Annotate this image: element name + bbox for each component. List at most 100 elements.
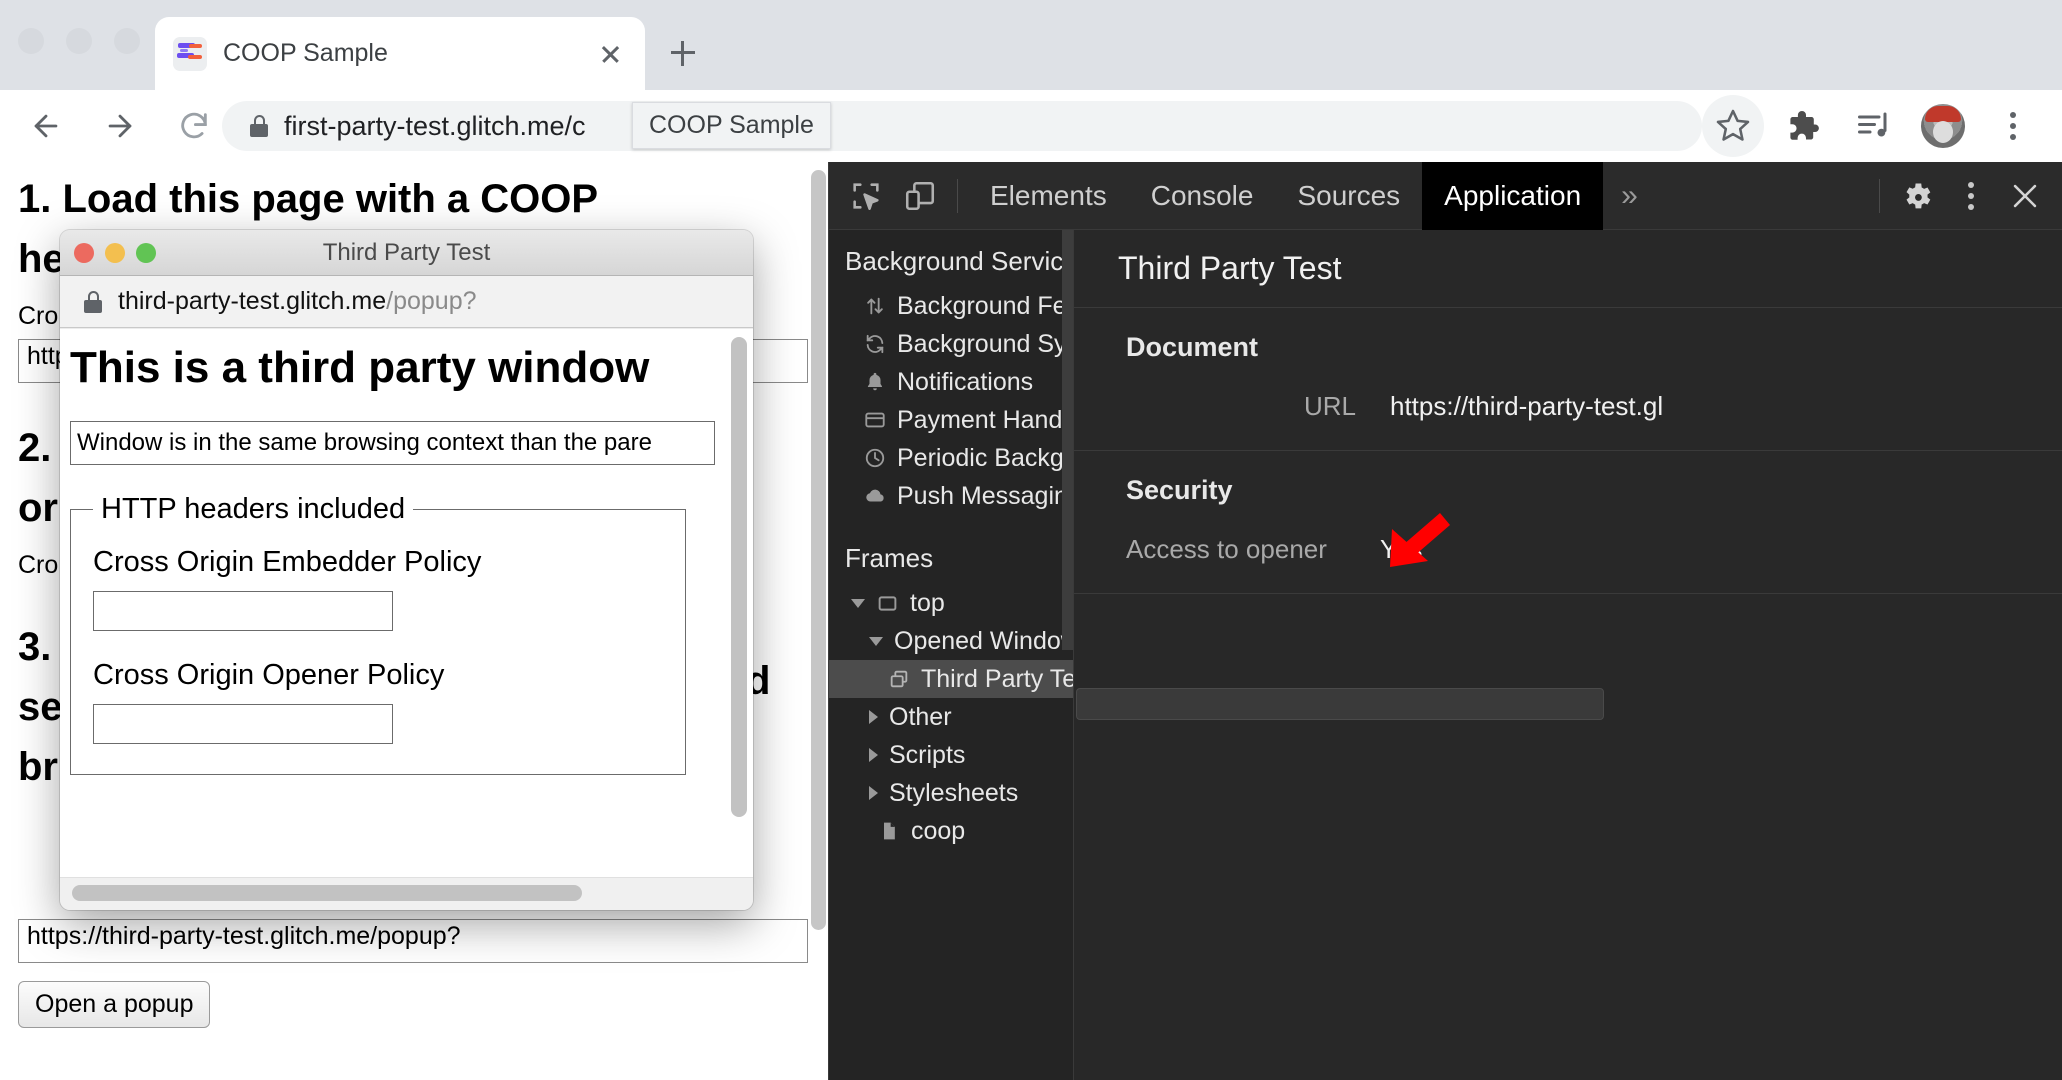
sidebar-item-coop[interactable]: coop xyxy=(829,812,1073,850)
security-group: Security Access to opener Yes xyxy=(1074,451,2062,594)
devtools-menu-icon[interactable] xyxy=(1944,169,1998,223)
page-scrollbar-thumb[interactable] xyxy=(811,170,826,930)
browser-tab-coop-sample[interactable]: COOP Sample xyxy=(155,17,645,90)
address-bar-url: first-party-test.glitch.me/c xyxy=(284,110,586,141)
chevron-right-icon[interactable] xyxy=(869,786,878,800)
background-services-title: Background Services xyxy=(845,246,1074,276)
devtools-body: Background Services Background Fetch Bac… xyxy=(829,230,2062,1080)
third-party-popup-window[interactable]: Third Party Test third-party-test.glitch… xyxy=(60,230,753,910)
sidebar-item-label: Background Sync xyxy=(897,329,1074,358)
glitch-fish-favicon xyxy=(173,36,207,71)
chevron-right-icon[interactable] xyxy=(869,710,878,724)
coep-input[interactable] xyxy=(93,591,393,631)
back-button[interactable] xyxy=(18,98,74,154)
popup-close-button[interactable] xyxy=(74,242,94,263)
frames-title: Frames xyxy=(845,543,934,573)
media-control-icon[interactable] xyxy=(1842,95,1904,157)
sidebar-scrollbar[interactable] xyxy=(1062,230,1073,650)
star-icon[interactable] xyxy=(1702,95,1764,157)
chevron-right-icon[interactable] xyxy=(869,748,878,762)
sidebar-item-label: coop xyxy=(911,816,966,845)
sidebar-item-payment-handler[interactable]: Payment Handler xyxy=(829,401,1073,439)
frame-details-header: Third Party Test xyxy=(1074,230,2062,308)
sidebar-item-scripts[interactable]: Scripts xyxy=(829,736,1073,774)
popup-heading: This is a third party window xyxy=(70,343,650,392)
minimize-window-button[interactable] xyxy=(66,28,92,54)
popup-maximize-button[interactable] xyxy=(136,242,156,263)
new-tab-button[interactable] xyxy=(660,30,706,76)
sidebar-item-background-fetch[interactable]: Background Fetch xyxy=(829,287,1073,325)
sidebar-item-label: top xyxy=(910,588,945,617)
clock-icon xyxy=(863,447,886,470)
window-traffic-lights[interactable] xyxy=(18,28,140,54)
sidebar-item-periodic-background-sync[interactable]: Periodic Background Sync xyxy=(829,439,1073,477)
sidebar-item-label: Third Party Test xyxy=(921,664,1074,693)
extensions-puzzle-icon[interactable] xyxy=(1772,95,1834,157)
device-toolbar-icon[interactable] xyxy=(893,169,947,223)
avatar-icon[interactable] xyxy=(1912,95,1974,157)
popup-url-input[interactable]: https://third-party-test.glitch.me/popup… xyxy=(18,919,808,963)
chevron-down-icon[interactable] xyxy=(869,636,883,646)
chevron-down-icon[interactable] xyxy=(851,598,865,608)
popup-traffic-lights[interactable] xyxy=(74,242,156,263)
document-group: Document URL https://third-party-test.gl xyxy=(1074,308,2062,451)
coep-label: Cross Origin Embedder Policy xyxy=(93,546,482,578)
toolbar-divider-2 xyxy=(1879,178,1880,213)
inspect-element-icon[interactable] xyxy=(839,169,893,223)
bell-icon xyxy=(863,371,886,394)
sidebar-item-top-frame[interactable]: top xyxy=(829,584,1073,622)
popup-address-bar[interactable]: third-party-test.glitch.me/popup? xyxy=(60,276,753,328)
gear-icon[interactable] xyxy=(1890,169,1944,223)
popup-document: This is a third party window Window is i… xyxy=(70,343,715,775)
document-icon xyxy=(877,820,900,843)
main-hscrollbar-thumb[interactable] xyxy=(1076,688,1604,720)
close-window-button[interactable] xyxy=(18,28,44,54)
sidebar-item-stylesheets[interactable]: Stylesheets xyxy=(829,774,1073,812)
popup-hscrollbar-thumb[interactable] xyxy=(72,885,582,901)
tab-application[interactable]: Application xyxy=(1422,161,1604,230)
sidebar-item-notifications[interactable]: Notifications xyxy=(829,363,1073,401)
sidebar-item-third-party-test[interactable]: Third Party Test xyxy=(829,660,1073,698)
popup-scrollbar-thumb[interactable] xyxy=(731,337,747,817)
chrome-menu-icon[interactable] xyxy=(1982,95,2044,157)
open-popup-button[interactable]: Open a popup xyxy=(18,981,211,1028)
reload-button[interactable] xyxy=(166,98,222,154)
sidebar-item-background-sync[interactable]: Background Sync xyxy=(829,325,1073,363)
popup-vertical-scrollbar[interactable] xyxy=(731,337,747,867)
more-tabs-icon[interactable]: » xyxy=(1603,179,1656,213)
sidebar-item-push-messaging[interactable]: Push Messaging xyxy=(829,477,1073,515)
frame-icon xyxy=(876,592,899,615)
close-icon[interactable] xyxy=(593,37,627,71)
tab-elements[interactable]: Elements xyxy=(968,162,1129,230)
devtools-sidebar: Background Services Background Fetch Bac… xyxy=(829,230,1074,1080)
popup-minimize-button[interactable] xyxy=(105,242,125,263)
fetch-arrows-icon xyxy=(863,295,886,318)
main-horizontal-scrollbar[interactable] xyxy=(1074,686,2062,722)
devtools-main-panel: Third Party Test Document URL https://th… xyxy=(1074,230,2062,1080)
coop-input[interactable] xyxy=(93,704,393,744)
popup-horizontal-scrollbar[interactable] xyxy=(60,877,753,910)
page-heading-1: 1. Load this page with a COOP xyxy=(18,177,599,221)
fieldset-legend: HTTP headers included xyxy=(101,493,406,525)
popup-titlebar: Third Party Test xyxy=(60,230,753,276)
sidebar-item-other[interactable]: Other xyxy=(829,698,1073,736)
security-group-title: Security xyxy=(1126,475,1233,505)
forward-button[interactable] xyxy=(92,98,148,154)
sidebar-item-opened-windows[interactable]: Opened Windows xyxy=(829,622,1073,660)
page-vertical-scrollbar[interactable] xyxy=(811,170,826,1050)
maximize-window-button[interactable] xyxy=(114,28,140,54)
cloud-icon xyxy=(863,485,886,508)
sidebar-item-label: Payment Handler xyxy=(897,405,1074,434)
close-devtools-icon[interactable] xyxy=(1998,169,2052,223)
url-value[interactable]: https://third-party-test.gl xyxy=(1390,391,1663,422)
tab-sources[interactable]: Sources xyxy=(1275,162,1422,230)
devtools-panel: Elements Console Sources Application » B… xyxy=(828,161,2062,1080)
access-to-opener-field: Access to opener Yes xyxy=(1074,534,2062,565)
address-bar[interactable]: first-party-test.glitch.me/c xyxy=(222,101,1702,151)
sidebar-item-label: Background Fetch xyxy=(897,291,1073,320)
popup-status-field[interactable]: Window is in the same browsing context t… xyxy=(70,421,715,465)
tab-console[interactable]: Console xyxy=(1129,162,1276,230)
screenshot-root: COOP Sample first-party-test.glitch.me/c xyxy=(0,0,2062,1080)
popup-content: This is a third party window Window is i… xyxy=(60,329,753,877)
url-key: URL xyxy=(1303,391,1356,421)
